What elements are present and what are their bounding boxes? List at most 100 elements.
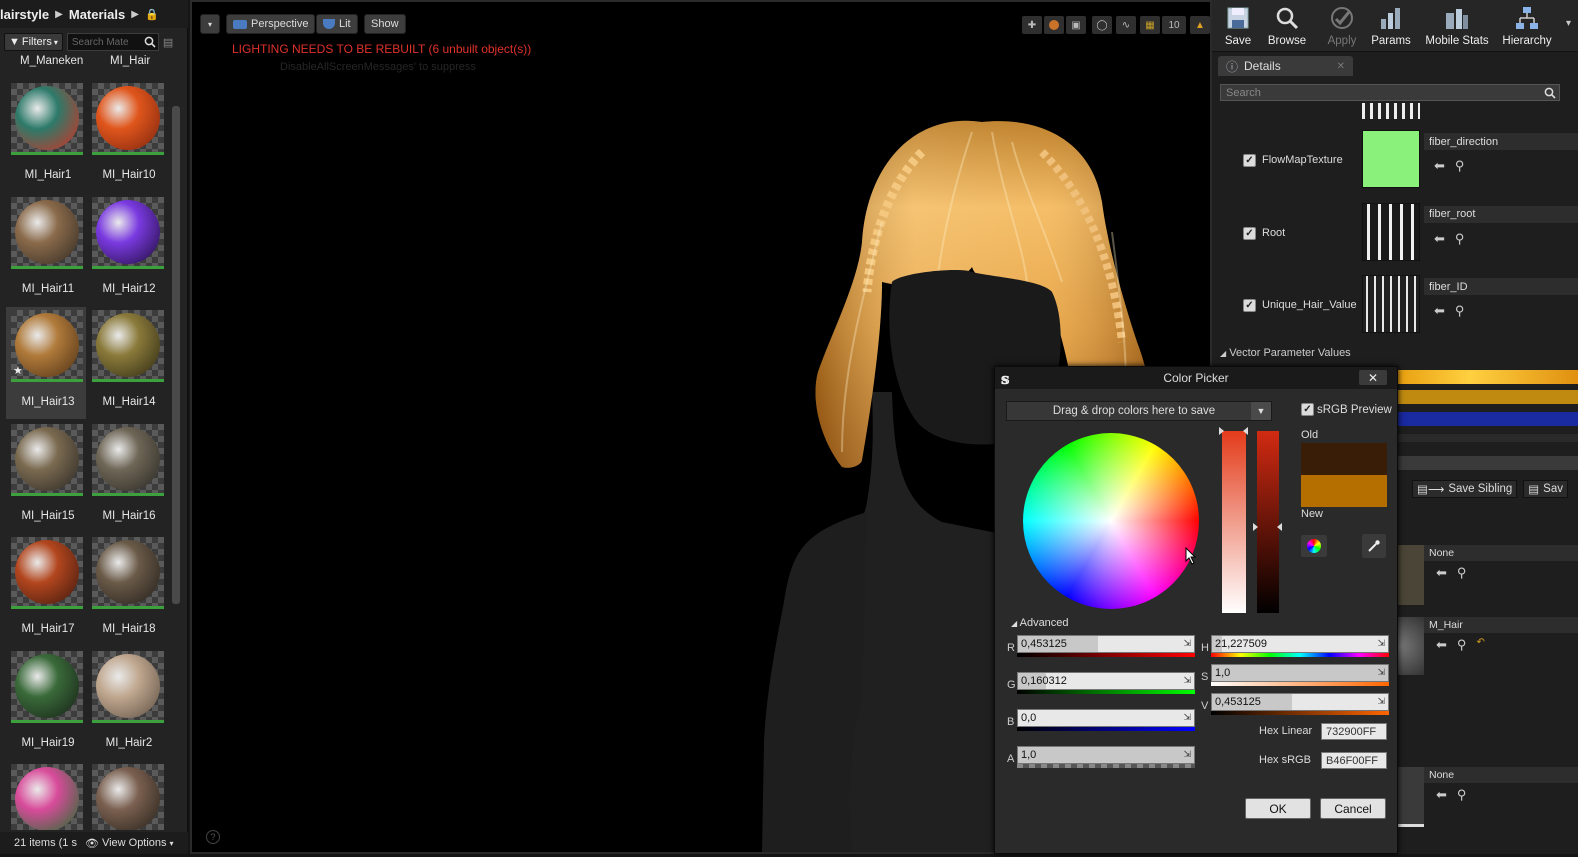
asset-tile[interactable]: MI_Hair10 [87,80,167,192]
vector-parameter-header[interactable]: ◢ Vector Parameter Values [1220,347,1351,359]
reset-to-default-icon[interactable]: ↶ [1476,637,1484,653]
toolbar-browse-button[interactable]: Browse [1262,0,1312,50]
use-selected-arrow-icon[interactable]: ⬅ [1436,637,1447,653]
toolbar-mobile-stats-button[interactable]: Mobile Stats [1420,0,1494,50]
scale-icon[interactable]: ▣ [1066,16,1086,34]
lit-button[interactable]: Lit [316,14,358,34]
toolbar-params-button[interactable]: Params [1368,0,1414,50]
asset-tile[interactable]: MI_Hair17 [6,534,86,646]
hex-srgb-field[interactable]: B46F00FF [1321,752,1387,769]
world-local-icon[interactable]: ◯ [1092,16,1112,34]
close-button[interactable]: ✕ [1359,370,1387,385]
asset-tile[interactable] [6,761,86,830]
asset-tile[interactable]: MI_Hair15 [6,421,86,533]
srgb-preview-checkbox[interactable]: ✓ sRGB Preview [1301,403,1392,416]
chevron-down-icon[interactable]: ▼ [1251,402,1271,420]
asset-tile[interactable]: ★ MI_Hair13 [6,307,86,419]
browse-search-icon[interactable]: ⚲ [1455,303,1465,319]
channel-h-field[interactable]: H 21,227509 ⇲ [1201,635,1407,663]
color-wheel[interactable] [1023,433,1199,609]
show-button[interactable]: Show [364,14,406,34]
toolbar-save-button[interactable]: Save [1216,0,1260,50]
eyedropper-button[interactable] [1362,534,1386,558]
asset-search-input[interactable]: Search Mate [66,33,159,51]
color-swatch-row[interactable] [1398,412,1578,426]
toolbar-overflow-icon[interactable]: ▾ [1566,18,1571,29]
asset-tile[interactable]: MI_Hair18 [87,534,167,646]
browse-search-icon[interactable]: ⚲ [1455,231,1465,247]
filters-button[interactable]: ▼ Filters ▾ [4,33,63,51]
grid-snap-icon[interactable]: ▦ [1140,16,1160,34]
color-picker-titlebar[interactable]: Color Picker [995,367,1397,389]
color-swatch-row[interactable] [1398,434,1578,442]
channel-v-field[interactable]: V 0,453125 ⇲ [1201,693,1407,721]
parameter-enabled-checkbox[interactable]: ✓ [1243,226,1256,240]
use-selected-arrow-icon[interactable]: ⬅ [1436,565,1447,581]
browse-search-icon[interactable]: ⚲ [1455,158,1465,174]
channel-value-input[interactable]: 1,0 ⇲ [1211,664,1389,682]
chevron-right-icon[interactable]: ▶ [131,9,139,20]
grid-size-value[interactable]: 10 [1162,16,1186,34]
texture-thumbnail[interactable] [1398,767,1424,827]
toggle-wheel-spectrum-button[interactable] [1301,535,1327,557]
color-swatch-row[interactable] [1398,390,1578,404]
asset-tile[interactable]: MI_Hair2 [87,648,167,760]
saturation-slider[interactable] [1222,431,1246,613]
browse-search-icon[interactable]: ⚲ [1457,565,1467,581]
use-selected-arrow-icon[interactable]: ⬅ [1434,231,1445,247]
save-child-button[interactable]: ▤ Sav [1523,480,1568,498]
breadcrumb-item-materials[interactable]: Materials [69,7,125,22]
asset-tile[interactable] [87,761,167,830]
value-slider[interactable] [1257,431,1279,613]
asset-tile[interactable]: MI_Hair12 [87,194,167,306]
use-selected-arrow-icon[interactable]: ⬅ [1434,158,1445,174]
translate-icon[interactable]: ✚ [1022,16,1042,34]
channel-value-input[interactable]: 21,227509 ⇲ [1211,635,1389,653]
use-selected-arrow-icon[interactable]: ⬅ [1436,787,1447,803]
texture-thumbnail[interactable] [1398,545,1424,605]
asset-tile[interactable]: MI_Hair1 [6,80,86,192]
channel-value-input[interactable]: 0,0 ⇲ [1017,709,1195,727]
help-icon[interactable]: ? [206,830,220,844]
advanced-section-header[interactable]: ◢ Advanced [1011,617,1069,629]
asset-tile[interactable]: MI_Hair11 [6,194,86,306]
tab-details[interactable]: ⓘ Details ✕ [1218,56,1353,76]
browse-search-icon[interactable]: ⚲ [1457,787,1467,803]
channel-g-field[interactable]: G 0,160312 ⇲ [1007,672,1213,700]
toolbar-apply-button[interactable]: Apply [1320,0,1364,50]
channel-s-field[interactable]: S 1,0 ⇲ [1201,664,1407,692]
channel-r-field[interactable]: R 0,453125 ⇲ [1007,635,1213,663]
save-search-icon[interactable]: ▤ [163,36,173,49]
perspective-button[interactable]: Perspective [226,14,316,34]
asset-tile[interactable]: MI_Hair14 [87,307,167,419]
use-selected-arrow-icon[interactable]: ⬅ [1434,303,1445,319]
color-swatch-row[interactable] [1398,370,1578,384]
toolbar-hierarchy-button[interactable]: Hierarchy [1494,0,1560,50]
asset-tile[interactable]: MI_Hair19 [6,648,86,760]
channel-value-input[interactable]: 0,453125 ⇲ [1017,635,1195,653]
cancel-button[interactable]: Cancel [1320,798,1386,819]
browse-search-icon[interactable]: ⚲ [1457,637,1467,653]
warning-icon[interactable]: ▲ [1190,16,1210,34]
ok-button[interactable]: OK [1245,798,1311,819]
hex-linear-field[interactable]: 732900FF [1321,723,1387,740]
save-sibling-button[interactable]: ▤⟶ Save Sibling [1412,480,1518,498]
surface-snap-icon[interactable]: ∿ [1116,16,1136,34]
rotate-icon[interactable] [1044,16,1064,34]
texture-thumbnail[interactable] [1362,275,1420,333]
viewport-options-button[interactable]: ▾ [200,14,220,34]
lock-icon[interactable]: 🔒 [145,8,159,21]
details-search-input[interactable]: Search [1220,84,1560,101]
asset-tile[interactable]: MI_Hair16 [87,421,167,533]
breadcrumb-item-hairstyle[interactable]: lairstyle [0,7,49,22]
color-theme-dropzone[interactable]: Drag & drop colors here to save ▼ [1006,401,1272,421]
channel-value-input[interactable]: 0,453125 ⇲ [1211,693,1389,711]
parameter-enabled-checkbox[interactable]: ✓ [1243,299,1256,312]
channel-a-field[interactable]: A 1,0 ⇲ [1007,746,1213,774]
parameter-enabled-checkbox[interactable]: ✓ [1243,154,1256,167]
channel-value-input[interactable]: 1,0 ⇲ [1017,746,1195,764]
close-icon[interactable]: ✕ [1337,61,1345,72]
view-options-button[interactable]: 👁 View Options ▾ [85,837,174,850]
asset-scrollbar[interactable] [172,106,180,604]
channel-value-input[interactable]: 0,160312 ⇲ [1017,672,1195,690]
